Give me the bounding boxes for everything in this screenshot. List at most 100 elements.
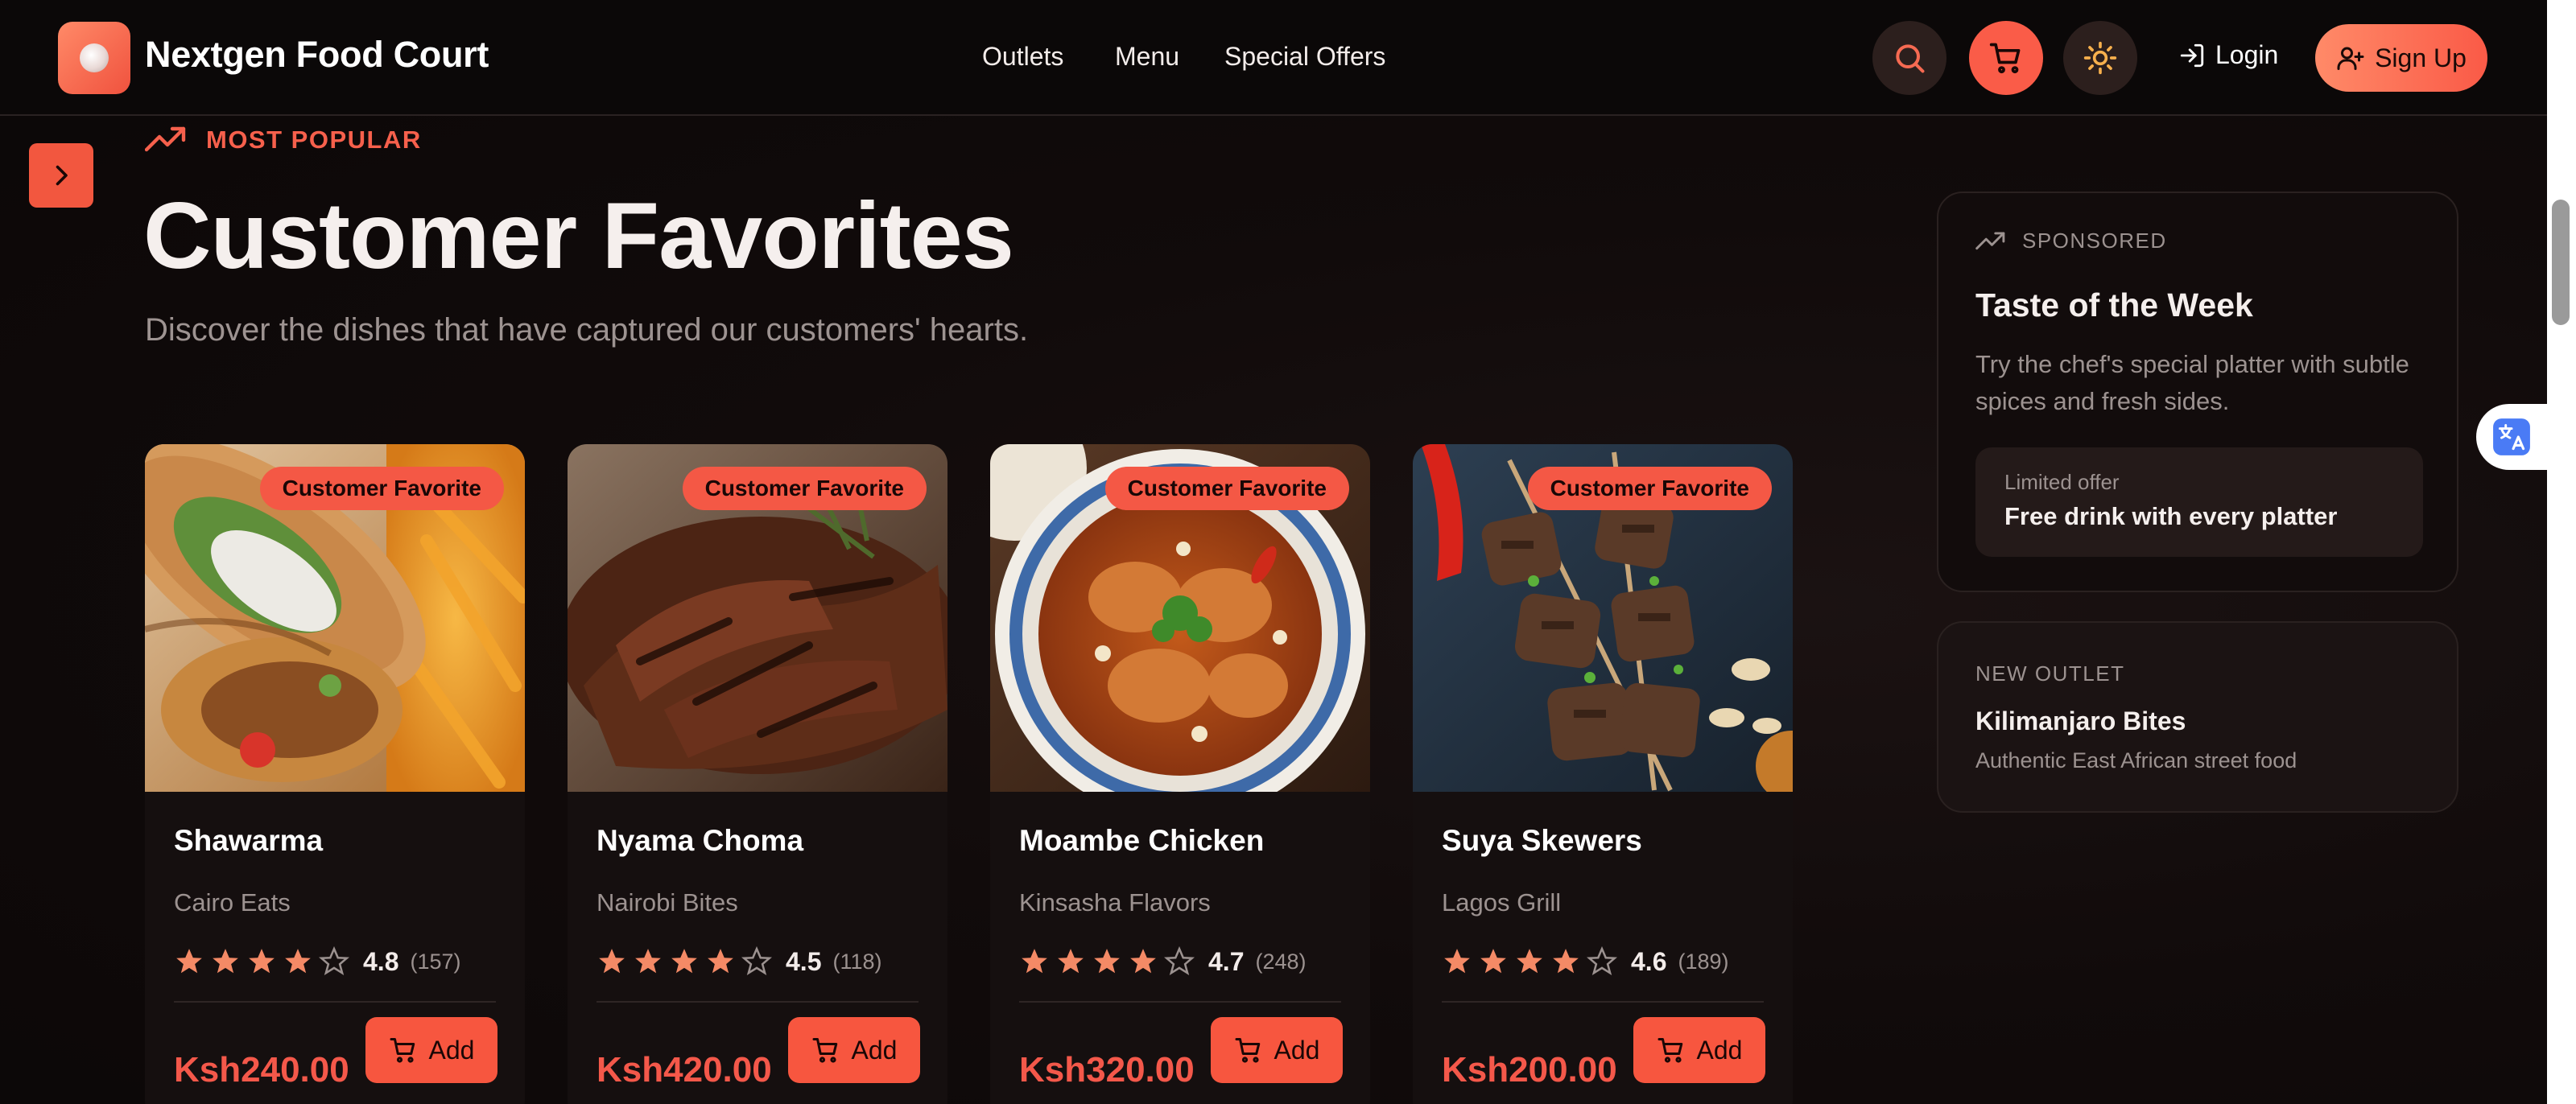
offer-value: Free drink with every platter: [2004, 502, 2338, 530]
page-subtitle: Discover the dishes that have captured o…: [145, 312, 1029, 348]
scrollbar-track[interactable]: [2547, 0, 2576, 1104]
product-outlet: Lagos Grill: [1442, 888, 1562, 917]
translate-icon: [2493, 418, 2530, 455]
card-divider: [597, 1001, 919, 1003]
favorite-badge: Customer Favorite: [1527, 467, 1772, 510]
theme-toggle-button[interactable]: [2063, 21, 2137, 95]
user-plus-icon: [2337, 47, 2364, 70]
product-price: Ksh320.00: [1019, 1050, 1195, 1090]
chevron-right-icon: [56, 165, 68, 186]
add-label: Add: [851, 1035, 898, 1065]
section-eyebrow-label: MOST POPULAR: [206, 126, 422, 154]
product-price: Ksh420.00: [597, 1050, 772, 1090]
add-label: Add: [1274, 1035, 1320, 1065]
star-filled-icon: [599, 949, 625, 974]
product-price: Ksh240.00: [174, 1050, 349, 1090]
new-outlet-eyebrow: NEW OUTLET: [1975, 661, 2125, 686]
sponsored-description: Try the chef's special platter with subt…: [1975, 350, 2409, 415]
product-name[interactable]: Suya Skewers: [1442, 824, 1642, 858]
new-outlet-description: Authentic East African street food: [1975, 748, 2297, 772]
review-count: (157): [410, 949, 461, 974]
trending-up-icon: [1975, 231, 2005, 249]
sponsored-panel[interactable]: SPONSORED Taste of the Week Try the chef…: [1937, 192, 2458, 592]
favorite-badge: Customer Favorite: [259, 467, 504, 510]
star-filled-icon: [1553, 949, 1579, 974]
star-outline-icon: [1164, 946, 1195, 976]
nav-link-special-offers[interactable]: Special Offers: [1224, 42, 1385, 72]
signup-button[interactable]: Sign Up: [2315, 24, 2487, 92]
star-filled-icon: [1058, 949, 1084, 974]
offer-box[interactable]: Limited offer Free drink with every plat…: [1975, 447, 2423, 557]
star-outline-icon: [1587, 946, 1617, 976]
login-icon: [2180, 43, 2204, 67]
card-divider: [174, 1001, 496, 1003]
favorite-badge: Customer Favorite: [682, 467, 927, 510]
add-label: Add: [428, 1035, 475, 1065]
brand-name[interactable]: Nextgen Food Court: [145, 34, 489, 76]
product-card[interactable]: Customer Favorite Moambe Chicken Kinsash…: [990, 444, 1370, 1104]
add-to-cart-button[interactable]: Add: [365, 1017, 497, 1083]
product-outlet: Kinsasha Flavors: [1019, 888, 1211, 917]
card-divider: [1019, 1001, 1341, 1003]
add-to-cart-button[interactable]: Add: [788, 1017, 920, 1083]
rating-value: 4.8: [363, 946, 399, 976]
review-count: (248): [1255, 949, 1307, 974]
product-image: Customer Favorite: [1413, 444, 1793, 792]
product-name[interactable]: Shawarma: [174, 824, 323, 858]
product-rating: 4.5 (118): [597, 946, 882, 977]
review-count: (189): [1678, 949, 1729, 974]
login-label: Login: [2215, 40, 2279, 69]
search-icon: [1896, 44, 1925, 73]
add-label: Add: [1696, 1035, 1743, 1065]
nav-link-outlets[interactable]: Outlets: [982, 42, 1063, 72]
star-filled-icon: [249, 949, 275, 974]
favorite-badge: Customer Favorite: [1104, 467, 1349, 510]
add-to-cart-button[interactable]: Add: [1633, 1017, 1765, 1083]
cart-button[interactable]: [1969, 21, 2043, 95]
login-link[interactable]: Login: [2178, 40, 2278, 70]
page-title: Customer Favorites: [143, 183, 1014, 288]
product-card[interactable]: Customer Favorite Suya Skewers Lagos Gri…: [1413, 444, 1793, 1104]
star-filled-icon: [671, 949, 697, 974]
star-filled-icon: [213, 949, 238, 974]
cart-icon: [390, 1038, 415, 1063]
product-image: Customer Favorite: [568, 444, 947, 792]
product-rating: 4.8 (157): [174, 946, 461, 977]
product-price: Ksh200.00: [1442, 1050, 1617, 1090]
product-rating: 4.7 (248): [1019, 946, 1307, 977]
rating-value: 4.5: [786, 946, 822, 976]
star-filled-icon: [1517, 949, 1542, 974]
new-outlet-panel[interactable]: NEW OUTLET Kilimanjaro Bites Authentic E…: [1937, 621, 2458, 813]
product-image: Customer Favorite: [145, 444, 525, 792]
search-button[interactable]: [1872, 21, 1946, 95]
product-name[interactable]: Moambe Chicken: [1019, 824, 1264, 858]
star-outline-icon: [319, 946, 349, 976]
product-outlet: Nairobi Bites: [597, 888, 738, 917]
logo-icon[interactable]: [58, 22, 130, 94]
sponsored-eyebrow: SPONSORED: [1975, 229, 2167, 253]
star-filled-icon: [1094, 949, 1120, 974]
cart-icon: [1657, 1038, 1682, 1063]
translate-widget-button[interactable]: [2476, 404, 2547, 470]
add-to-cart-button[interactable]: Add: [1211, 1017, 1343, 1083]
star-filled-icon: [708, 949, 733, 974]
product-image: Customer Favorite: [990, 444, 1370, 792]
cart-icon: [1989, 43, 2021, 74]
star-filled-icon: [176, 949, 202, 974]
sponsored-eyebrow-label: SPONSORED: [2022, 229, 2167, 253]
cart-icon: [1235, 1038, 1260, 1063]
product-name[interactable]: Nyama Choma: [597, 824, 803, 858]
star-outline-icon: [741, 946, 772, 976]
scrollbar-thumb[interactable]: [2552, 200, 2570, 325]
product-card[interactable]: Customer Favorite Shawarma Cairo Eats 4.…: [145, 444, 525, 1104]
star-filled-icon: [1022, 949, 1047, 974]
star-filled-icon: [1130, 949, 1156, 974]
new-outlet-name: Kilimanjaro Bites: [1975, 706, 2186, 735]
star-filled-icon: [635, 949, 661, 974]
review-count: (118): [832, 949, 882, 974]
cart-icon: [812, 1038, 837, 1063]
sun-icon: [2083, 41, 2117, 75]
product-card[interactable]: Customer Favorite Nyama Choma Nairobi Bi…: [568, 444, 947, 1104]
sidebar-toggle-button[interactable]: [29, 143, 93, 208]
nav-link-menu[interactable]: Menu: [1115, 42, 1179, 72]
